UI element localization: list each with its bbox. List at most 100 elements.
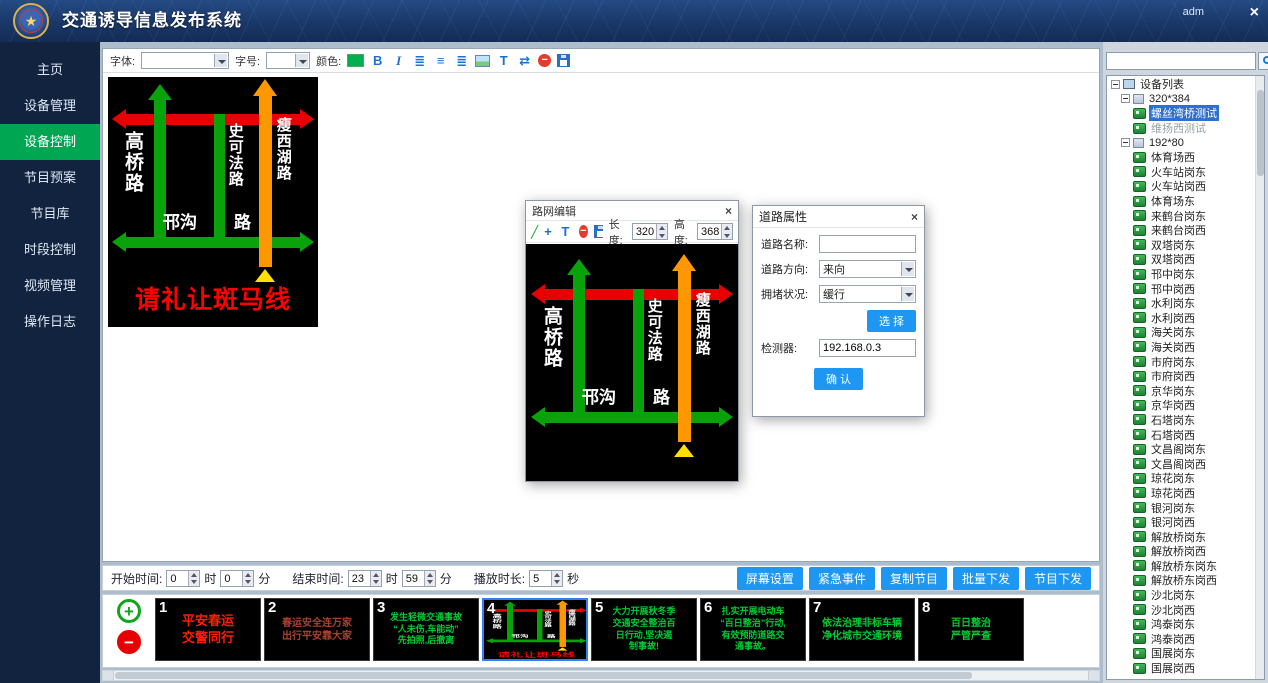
scroll-right-icon[interactable] (1088, 671, 1099, 680)
device-tree-item[interactable]: 解放桥岗东 (1109, 529, 1253, 544)
cross-tool-icon[interactable]: + (544, 224, 552, 239)
device-tree-item[interactable]: 海关岗西 (1109, 340, 1253, 355)
dialog-title-bar[interactable]: 道路属性 × (753, 206, 924, 228)
device-tree-item[interactable]: 螺丝湾桥测试 (1109, 106, 1253, 121)
device-tree-item[interactable]: 解放桥东岗东 (1109, 559, 1253, 574)
device-tree-item[interactable]: 国展岗西 (1109, 661, 1253, 676)
end-hour-spinner[interactable]: 23 (348, 570, 382, 587)
spinner-arrows-icon[interactable] (188, 571, 199, 586)
start-hour-spinner[interactable]: 0 (166, 570, 200, 587)
search-button[interactable] (1258, 52, 1268, 70)
text-tool-icon[interactable]: T (558, 225, 573, 238)
device-tree-item[interactable]: 沙北岗西 (1109, 602, 1253, 617)
led-sign-preview[interactable]: 高桥路 史可法路 瘦西湖路 邗沟 路 请礼让斑马线 (108, 77, 318, 327)
device-tree-item[interactable]: 火车站岗西 (1109, 179, 1253, 194)
sidebar-item[interactable]: 操作日志 (0, 304, 100, 340)
collapse-icon[interactable] (1121, 94, 1130, 103)
line-tool-icon[interactable]: ╱ (531, 225, 538, 239)
action-button[interactable]: 紧急事件 (809, 567, 875, 590)
sidebar-item[interactable]: 设备管理 (0, 88, 100, 124)
device-tree-group[interactable]: 320*384 (1109, 92, 1253, 107)
action-button[interactable]: 批量下发 (953, 567, 1019, 590)
program-thumbnail[interactable]: 依法治理非标车辆净化城市交通环境7 (809, 598, 915, 661)
congestion-select[interactable]: 缓行 (819, 285, 916, 303)
collapse-icon[interactable] (1111, 80, 1120, 89)
vertical-scrollbar[interactable] (1255, 76, 1264, 679)
device-tree-item[interactable]: 国展岗东 (1109, 646, 1253, 661)
sidebar-item[interactable]: 时段控制 (0, 232, 100, 268)
remove-program-button[interactable]: − (117, 630, 141, 654)
device-tree-item[interactable]: 京华岗东 (1109, 383, 1253, 398)
save-icon[interactable] (594, 225, 603, 238)
device-tree-item[interactable]: 石塔岗东 (1109, 413, 1253, 428)
device-tree-item[interactable]: 银河岗东 (1109, 500, 1253, 515)
device-tree-item[interactable]: 文昌阁岗西 (1109, 456, 1253, 471)
bold-button[interactable]: B (370, 54, 385, 67)
scroll-left-icon[interactable] (103, 671, 114, 680)
align-left-icon[interactable]: ≣ (412, 54, 427, 67)
device-tree-item[interactable]: 双塔岗东 (1109, 238, 1253, 253)
program-thumbnail[interactable]: 平安春运交警同行1 (155, 598, 261, 661)
end-minute-spinner[interactable]: 59 (402, 570, 436, 587)
program-thumbnail[interactable]: 扎实开展电动车“百日整治”行动,有效预防道路交通事故。6 (700, 598, 806, 661)
road-direction-select[interactable]: 来向 (819, 260, 916, 278)
device-tree-item[interactable]: 火车站岗东 (1109, 165, 1253, 180)
device-tree-item[interactable]: 鸿泰岗东 (1109, 617, 1253, 632)
length-spinner[interactable]: 320 (632, 223, 668, 240)
device-tree-item[interactable]: 来鹤台岗西 (1109, 223, 1253, 238)
device-tree-item[interactable]: 银河岗西 (1109, 515, 1253, 530)
device-tree-item[interactable]: 体育场东 (1109, 194, 1253, 209)
road-name-input[interactable] (819, 235, 916, 253)
font-size-select[interactable] (266, 52, 310, 69)
select-button[interactable]: 选 择 (867, 310, 916, 332)
device-tree-item[interactable]: 解放桥东岗西 (1109, 573, 1253, 588)
sidebar-item[interactable]: 设备控制 (0, 124, 100, 160)
device-tree-item[interactable]: 邗中岗东 (1109, 267, 1253, 282)
text-tool-icon[interactable]: T (496, 54, 511, 67)
align-center-icon[interactable]: ≡ (433, 54, 448, 67)
device-tree-item[interactable]: 水利岗东 (1109, 296, 1253, 311)
sidebar-item[interactable]: 节目库 (0, 196, 100, 232)
font-select[interactable] (141, 52, 229, 69)
detector-input[interactable] (819, 339, 916, 357)
save-icon[interactable] (557, 54, 570, 67)
align-right-icon[interactable]: ≣ (454, 54, 469, 67)
device-tree-item[interactable]: 双塔岗西 (1109, 252, 1253, 267)
duration-spinner[interactable]: 5 (529, 570, 563, 587)
program-thumbnail[interactable]: 百日整治严管严查8 (918, 598, 1024, 661)
start-minute-spinner[interactable]: 0 (220, 570, 254, 587)
device-tree-item[interactable]: 琼花岗西 (1109, 486, 1253, 501)
action-button[interactable]: 屏幕设置 (737, 567, 803, 590)
close-icon[interactable]: × (911, 210, 918, 224)
scrollbar-thumb[interactable] (1257, 90, 1264, 176)
device-tree-item[interactable]: 海关岗东 (1109, 325, 1253, 340)
device-tree-item[interactable]: 石塔岗西 (1109, 427, 1253, 442)
action-button[interactable]: 复制节目 (881, 567, 947, 590)
spinner-arrows-icon[interactable] (242, 571, 253, 586)
device-tree-item[interactable]: 邗中岗西 (1109, 281, 1253, 296)
search-input[interactable] (1106, 52, 1256, 70)
action-button[interactable]: 节目下发 (1025, 567, 1091, 590)
spinner-arrows-icon[interactable] (551, 571, 562, 586)
user-name[interactable]: adm (1183, 6, 1204, 18)
device-tree-item[interactable]: 维扬西测试 (1109, 121, 1253, 136)
horizontal-scrollbar[interactable] (102, 670, 1100, 681)
spinner-arrows-icon[interactable] (721, 224, 732, 239)
close-icon[interactable]: × (725, 204, 732, 218)
device-tree-item[interactable]: 市府岗东 (1109, 354, 1253, 369)
spinner-arrows-icon[interactable] (424, 571, 435, 586)
sidebar-item[interactable]: 视频管理 (0, 268, 100, 304)
sidebar-item[interactable]: 主页 (0, 52, 100, 88)
program-thumbnail[interactable]: 春运安全连万家出行平安靠大家2 (264, 598, 370, 661)
image-icon[interactable] (475, 55, 490, 67)
add-program-button[interactable]: + (117, 599, 141, 623)
collapse-icon[interactable] (1121, 138, 1130, 147)
spinner-arrows-icon[interactable] (370, 571, 381, 586)
delete-icon[interactable]: − (579, 225, 588, 238)
device-tree-root[interactable]: 设备列表 (1109, 77, 1253, 92)
device-tree-item[interactable]: 体育场西 (1109, 150, 1253, 165)
spinner-arrows-icon[interactable] (656, 224, 667, 239)
device-tree-item[interactable]: 鸿泰岗西 (1109, 632, 1253, 647)
arrows-tool-icon[interactable]: ⇄ (517, 54, 532, 67)
device-tree-item[interactable]: 沙北岗东 (1109, 588, 1253, 603)
